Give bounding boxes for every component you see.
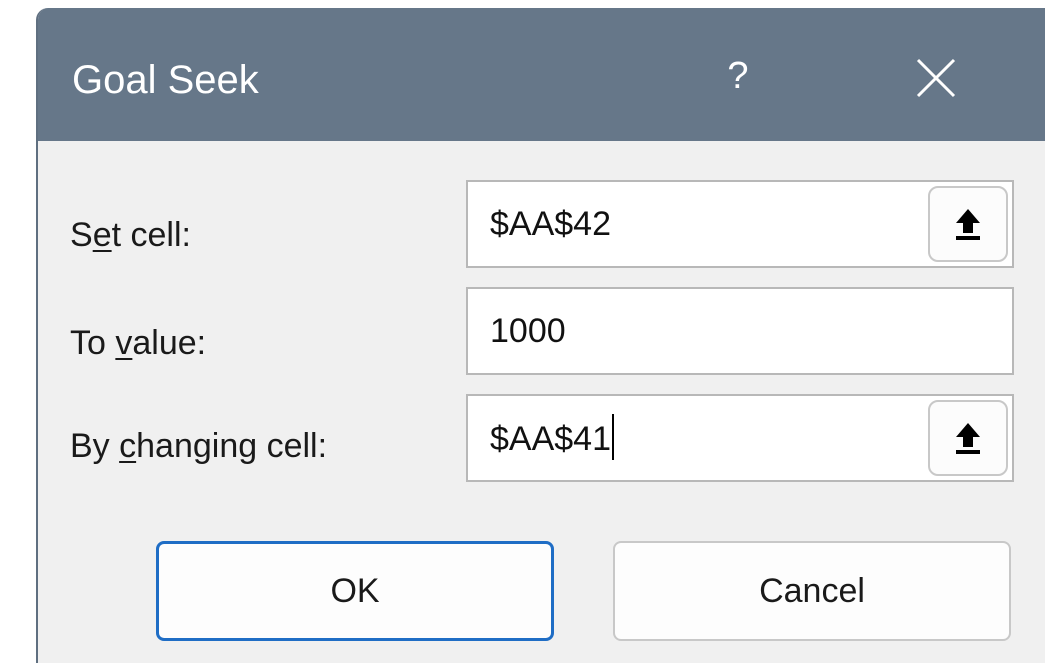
to-value-field[interactable]: 1000: [466, 287, 1014, 375]
set-cell-collapse-button[interactable]: [928, 186, 1008, 262]
set-cell-field[interactable]: $AA$42: [466, 180, 1014, 268]
close-button[interactable]: [906, 48, 966, 108]
cancel-button[interactable]: Cancel: [613, 541, 1011, 641]
to-value-value: 1000: [490, 312, 566, 350]
by-changing-cell-label-post: hanging cell:: [136, 427, 328, 465]
by-changing-cell-label-pre: By: [70, 427, 120, 465]
dialog-title: Goal Seek: [72, 58, 259, 102]
close-icon: [916, 58, 956, 98]
collapse-dialog-icon: [956, 209, 980, 240]
by-changing-cell-collapse-button[interactable]: [928, 400, 1008, 476]
collapse-dialog-icon: [956, 423, 980, 454]
by-changing-cell-text: $AA$41: [490, 414, 614, 463]
set-cell-label-pre: S: [70, 216, 93, 254]
goal-seek-dialog: Goal Seek ? Set cell: $AA$42 To value: 1…: [36, 8, 1045, 663]
by-changing-cell-label-accel: c: [119, 427, 137, 465]
text-caret: [612, 414, 614, 460]
to-value-label: To value:: [70, 323, 206, 363]
set-cell-label-accel: e: [92, 216, 112, 254]
set-cell-label: Set cell:: [70, 215, 191, 255]
help-button[interactable]: ?: [716, 48, 760, 104]
set-cell-value: $AA$42: [490, 205, 611, 243]
set-cell-label-post: t cell:: [111, 216, 191, 254]
to-value-label-post: alue:: [132, 324, 207, 362]
by-changing-cell-value: $AA$41: [490, 420, 611, 458]
to-value-label-accel: v: [115, 324, 133, 362]
title-bar[interactable]: Goal Seek ?: [38, 8, 1045, 141]
ok-button[interactable]: OK: [156, 541, 554, 641]
by-changing-cell-label: By changing cell:: [70, 426, 327, 466]
by-changing-cell-field[interactable]: $AA$41: [466, 394, 1014, 482]
to-value-label-pre: To: [70, 324, 116, 362]
